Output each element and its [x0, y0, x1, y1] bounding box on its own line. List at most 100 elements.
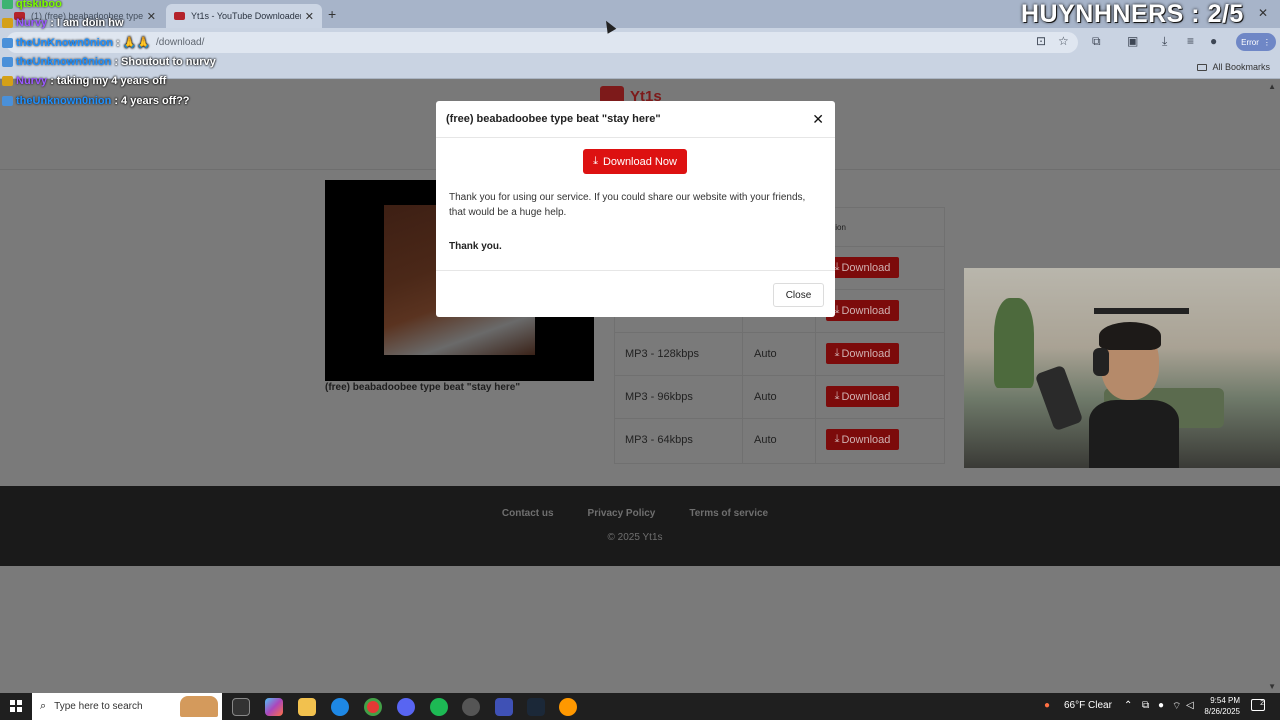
download-icon: ⤓: [593, 155, 598, 167]
privacy-link[interactable]: Privacy Policy: [588, 508, 656, 519]
fl-studio-icon[interactable]: [559, 698, 577, 716]
plus-icon[interactable]: +: [328, 6, 336, 22]
volume-icon[interactable]: ◁: [1186, 700, 1194, 711]
streamer-body: [1089, 400, 1179, 468]
download-label: Download: [841, 433, 891, 446]
task-view-icon[interactable]: [232, 698, 250, 716]
close-icon[interactable]: ✕: [812, 111, 824, 128]
format-cell: MP3 - 96kbps: [625, 391, 693, 403]
clock[interactable]: 9:54 PM 8/26/2025: [1200, 695, 1240, 717]
microphone-icon: [1034, 364, 1084, 432]
taskbar-search[interactable]: ⌕ Type here to search: [32, 693, 222, 720]
download-button[interactable]: ⤓ Download: [826, 386, 899, 407]
microphone-tray-icon[interactable]: ●: [1158, 700, 1164, 711]
download-now-button[interactable]: ⤓ Download Now: [583, 149, 687, 174]
file-explorer-icon[interactable]: [298, 698, 316, 716]
download-label: Download: [841, 347, 891, 360]
download-modal: (free) beabadoobee type beat "stay here"…: [436, 101, 835, 317]
notification-icon[interactable]: 2: [1251, 699, 1265, 711]
weather-icon: ●: [1044, 700, 1051, 711]
downloads-icon[interactable]: ⤓: [1162, 34, 1167, 49]
media-icon[interactable]: ≡: [1187, 34, 1194, 48]
all-bookmarks-label: All Bookmarks: [1212, 62, 1270, 72]
discord-icon[interactable]: [397, 698, 415, 716]
copilot-icon[interactable]: [265, 698, 283, 716]
wifi-icon[interactable]: ⌔: [1172, 700, 1181, 713]
error-label: Error: [1241, 37, 1259, 47]
download-button[interactable]: ⤓ Download: [826, 257, 899, 278]
stream-counter: HUYNHNERS : 2/5: [1021, 0, 1244, 28]
contact-link[interactable]: Contact us: [502, 508, 554, 519]
chat-username: Nurvy: [16, 17, 48, 29]
download-label: Download: [841, 390, 891, 403]
copyright: © 2025 Yt1s: [607, 532, 663, 543]
format-cell: MP3 - 128kbps: [625, 348, 699, 360]
search-icon: ⌕: [40, 700, 47, 712]
close-button[interactable]: Close: [773, 283, 824, 307]
chat-text: : I am doin hw: [50, 17, 124, 29]
extensions-icon[interactable]: ⧉: [1092, 34, 1101, 49]
badge-icon: [2, 18, 13, 28]
profile-avatar-icon[interactable]: ●: [1210, 34, 1217, 48]
chat-text: : Shoutout to nurvy: [114, 56, 216, 68]
time-text: 9:54 PM: [1210, 696, 1240, 705]
app-icon[interactable]: [495, 698, 513, 716]
steam-icon[interactable]: [527, 698, 545, 716]
badge-icon: [2, 76, 13, 86]
format-cell: MP3 - 64kbps: [625, 434, 693, 446]
download-icon: ⤓: [834, 347, 840, 359]
chat-text: : taking my 4 years off: [50, 75, 167, 87]
webcam-feed: [964, 268, 1280, 468]
download-button[interactable]: ⤓ Download: [826, 429, 899, 450]
video-title: (free) beabadoobee type beat "stay here": [325, 382, 521, 393]
modal-thanks: Thank you.: [449, 241, 502, 252]
all-bookmarks-button[interactable]: All Bookmarks: [1197, 62, 1270, 72]
chat-username: qtskiboo: [16, 0, 62, 10]
tab-close-icon[interactable]: ✕: [305, 10, 314, 23]
webcam-streamer: [1089, 318, 1179, 468]
stream-chat: qtskiboo Nurvy : I am doin hw theUnKnown…: [0, 0, 240, 110]
download-button[interactable]: ⤓ Download: [826, 343, 899, 364]
chat-username: Nurvy: [16, 75, 48, 87]
size-cell: Auto: [754, 391, 777, 403]
terms-link[interactable]: Terms of service: [689, 508, 768, 519]
table-row: MP3 - 128kbps Auto ⤓ Download: [615, 333, 944, 376]
download-now-label: Download Now: [602, 155, 677, 168]
badge-icon: [2, 96, 13, 106]
download-button[interactable]: ⤓ Download: [826, 300, 899, 321]
chat-message: qtskiboo: [2, 0, 65, 10]
tab-search-icon[interactable]: ▣: [1127, 34, 1138, 48]
chat-message: theUnKnown0nion : 🙏🙏: [2, 36, 150, 49]
modal-title: (free) beabadoobee type beat "stay here": [446, 113, 661, 125]
chat-message: Nurvy : I am doin hw: [2, 17, 124, 29]
download-label: Download: [841, 261, 891, 274]
scroll-down-icon[interactable]: ▼: [1268, 682, 1276, 691]
chat-username: theUnknown0nion: [16, 95, 112, 107]
obs-icon[interactable]: [462, 698, 480, 716]
install-app-icon[interactable]: ⊡: [1036, 34, 1046, 48]
search-highlight-icon: [180, 696, 218, 717]
site-footer: Contact us Privacy Policy Terms of servi…: [0, 486, 1280, 566]
error-button[interactable]: Error ⋮: [1236, 33, 1276, 51]
badge-icon: [2, 57, 13, 67]
search-placeholder: Type here to search: [54, 701, 143, 712]
close-window-icon[interactable]: ✕: [1258, 6, 1268, 20]
weather-text[interactable]: 66°F Clear: [1064, 700, 1112, 711]
edge-icon[interactable]: [331, 698, 349, 716]
size-cell: Auto: [754, 434, 777, 446]
chat-username: theUnKnown0nion: [16, 36, 114, 49]
download-icon: ⤓: [834, 433, 840, 445]
chat-text: : 🙏🙏: [116, 37, 151, 49]
chrome-icon[interactable]: [364, 698, 382, 716]
scroll-up-icon[interactable]: ▲: [1268, 82, 1276, 91]
windows-start-icon[interactable]: [10, 700, 22, 712]
table-row: MP3 - 96kbps Auto ⤓ Download: [615, 376, 944, 419]
modal-message: Thank you for using our service. If you …: [449, 192, 806, 218]
network-icon[interactable]: ⧉: [1142, 700, 1149, 711]
chevron-up-icon[interactable]: ⌃: [1124, 700, 1132, 711]
star-icon[interactable]: ☆: [1058, 34, 1069, 48]
spotify-icon[interactable]: [430, 698, 448, 716]
download-icon: ⤓: [834, 304, 840, 316]
modal-footer: Close: [436, 270, 835, 317]
footer-links: Contact us Privacy Policy Terms of servi…: [0, 508, 1270, 519]
